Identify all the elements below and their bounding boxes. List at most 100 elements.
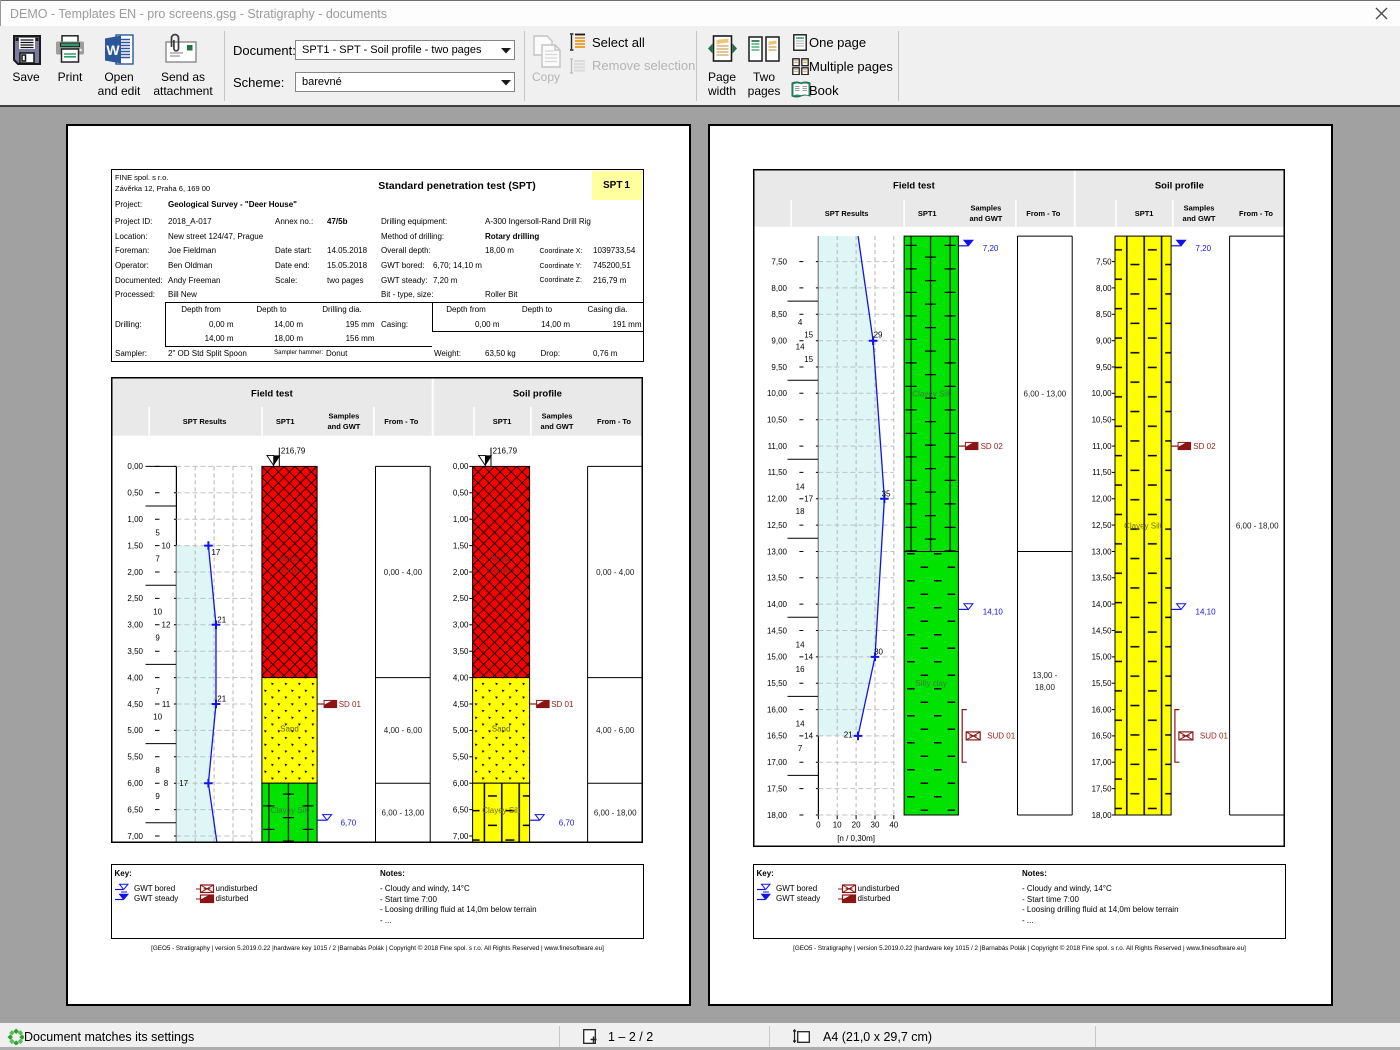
svg-text:8,50: 8,50 <box>1096 310 1112 319</box>
svg-text:3,00: 3,00 <box>453 621 469 630</box>
svg-text:12,00: 12,00 <box>767 495 788 504</box>
svg-text:15,50: 15,50 <box>1092 679 1113 688</box>
svg-text:16,00: 16,00 <box>1092 705 1113 714</box>
svg-text:7: 7 <box>798 744 803 753</box>
svg-text:14: 14 <box>796 641 805 650</box>
svg-text:6,00: 6,00 <box>127 779 143 788</box>
svg-text:SPT1: SPT1 <box>493 417 512 426</box>
svg-text:7,00: 7,00 <box>127 832 143 841</box>
svg-text:14: 14 <box>804 653 813 662</box>
svg-text:17,00: 17,00 <box>1092 758 1113 767</box>
svg-text:16,50: 16,50 <box>1092 732 1113 741</box>
svg-text:0: 0 <box>816 821 821 830</box>
svg-text:11,00: 11,00 <box>768 442 788 451</box>
svg-text:From - To: From - To <box>1026 209 1060 218</box>
svg-text:14,10: 14,10 <box>1196 608 1217 617</box>
svg-text:SUD 01: SUD 01 <box>987 732 1016 741</box>
svg-text:1,00: 1,00 <box>127 515 143 524</box>
svg-text:6,00 - 18,00: 6,00 - 18,00 <box>1236 521 1279 530</box>
svg-text:2,00: 2,00 <box>453 568 469 577</box>
svg-text:0,00: 0,00 <box>453 462 469 471</box>
svg-text:From - To: From - To <box>384 417 418 426</box>
svg-text:4,00: 4,00 <box>127 673 143 682</box>
svg-text:0,00 - 4,00: 0,00 - 4,00 <box>596 568 635 577</box>
svg-text:21: 21 <box>217 695 226 704</box>
svg-text:4,00: 4,00 <box>453 673 469 682</box>
svg-text:7,20: 7,20 <box>983 244 999 253</box>
svg-text:1,50: 1,50 <box>453 541 469 550</box>
svg-text:Samples: Samples <box>1184 204 1215 213</box>
svg-text:11,50: 11,50 <box>768 468 788 477</box>
svg-text:216,79: 216,79 <box>281 446 306 455</box>
svg-text:SUD 01: SUD 01 <box>1200 732 1229 741</box>
svg-text:5,00: 5,00 <box>453 726 469 735</box>
svg-text:11: 11 <box>162 700 171 709</box>
svg-text:18,00: 18,00 <box>1035 683 1056 692</box>
svg-text:SPT Results: SPT Results <box>825 209 869 218</box>
svg-text:10: 10 <box>153 713 162 722</box>
svg-text:SD 02: SD 02 <box>981 442 1004 451</box>
svg-text:35: 35 <box>882 490 891 499</box>
svg-text:4,00 - 6,00: 4,00 - 6,00 <box>596 726 635 735</box>
svg-text:2,50: 2,50 <box>453 594 469 603</box>
svg-text:30: 30 <box>874 647 883 656</box>
svg-text:6,00: 6,00 <box>453 779 469 788</box>
svg-text:and GWT: and GWT <box>541 422 574 431</box>
svg-text:17,50: 17,50 <box>1092 784 1113 793</box>
svg-text:15,00: 15,00 <box>767 653 788 662</box>
svg-text:3,50: 3,50 <box>453 647 469 656</box>
svg-text:18,00: 18,00 <box>1092 811 1113 820</box>
svg-text:7,20: 7,20 <box>1196 244 1212 253</box>
svg-text:8,50: 8,50 <box>771 310 787 319</box>
svg-text:[n / 0,30m]: [n / 0,30m] <box>837 834 875 843</box>
svg-text:4: 4 <box>798 318 803 327</box>
svg-text:and GWT: and GWT <box>1183 214 1216 223</box>
svg-text:40: 40 <box>889 821 898 830</box>
svg-text:Sand: Sand <box>280 725 299 734</box>
svg-text:20: 20 <box>852 821 861 830</box>
svg-text:15: 15 <box>804 330 813 339</box>
svg-text:Field test: Field test <box>893 181 936 192</box>
svg-text:8,00: 8,00 <box>771 284 787 293</box>
svg-text:4,00 - 6,00: 4,00 - 6,00 <box>384 726 423 735</box>
svg-text:SD 02: SD 02 <box>1193 442 1216 451</box>
svg-text:6,00 - 13,00: 6,00 - 13,00 <box>382 809 425 818</box>
svg-text:10,50: 10,50 <box>1092 416 1113 425</box>
svg-text:Clayey Silt: Clayey Silt <box>482 806 521 815</box>
svg-text:Silty clay: Silty clay <box>915 679 947 688</box>
svg-text:21: 21 <box>844 730 853 739</box>
svg-text:16: 16 <box>796 665 805 674</box>
svg-text:13,50: 13,50 <box>1092 574 1113 583</box>
svg-text:14,00: 14,00 <box>767 600 788 609</box>
svg-text:1,50: 1,50 <box>127 541 143 550</box>
svg-text:4,50: 4,50 <box>127 700 143 709</box>
svg-text:17,00: 17,00 <box>767 758 788 767</box>
svg-text:SPT1: SPT1 <box>1135 209 1154 218</box>
svg-text:7,50: 7,50 <box>771 257 787 266</box>
svg-text:15,50: 15,50 <box>767 679 788 688</box>
svg-text:10,50: 10,50 <box>767 416 788 425</box>
svg-text:and GWT: and GWT <box>327 422 360 431</box>
svg-text:16,00: 16,00 <box>767 705 788 714</box>
svg-text:9,00: 9,00 <box>1096 337 1112 346</box>
svg-text:13,00: 13,00 <box>767 547 788 556</box>
svg-text:6,50: 6,50 <box>127 805 143 814</box>
svg-text:216,79: 216,79 <box>493 446 518 455</box>
svg-text:Sand: Sand <box>492 725 511 734</box>
svg-text:5,50: 5,50 <box>127 753 143 762</box>
svg-text:9,50: 9,50 <box>771 363 787 372</box>
svg-text:7,50: 7,50 <box>1096 257 1112 266</box>
svg-text:Samples: Samples <box>328 412 359 421</box>
svg-text:14,50: 14,50 <box>767 626 788 635</box>
svg-text:Clayey Silt: Clayey Silt <box>912 390 951 399</box>
svg-text:Ground: Ground <box>276 566 303 575</box>
svg-text:Soil profile: Soil profile <box>513 388 562 399</box>
svg-text:30: 30 <box>871 821 880 830</box>
svg-text:2,50: 2,50 <box>127 594 143 603</box>
svg-text:Samples: Samples <box>542 412 573 421</box>
svg-text:6,50: 6,50 <box>453 805 469 814</box>
svg-text:10: 10 <box>153 608 162 617</box>
svg-text:14: 14 <box>796 343 805 352</box>
svg-text:3,50: 3,50 <box>127 647 143 656</box>
svg-text:14: 14 <box>796 482 805 491</box>
